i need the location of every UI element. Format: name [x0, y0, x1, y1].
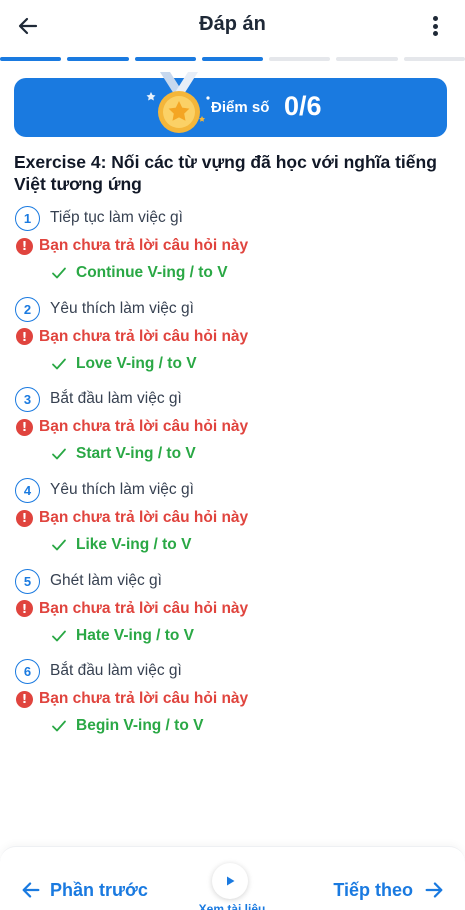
question-list: 1 Tiếp tục làm việc gì ! Bạn chưa trả lờ… [14, 204, 454, 748]
question-status: ! Bạn chưa trả lời câu hỏi này [16, 328, 248, 346]
check-icon [52, 358, 66, 370]
play-icon [227, 876, 235, 886]
app-header: Đáp án [0, 0, 465, 52]
question-number: 5 [15, 568, 40, 594]
question-status: ! Bạn chưa trả lời câu hỏi này [16, 690, 248, 708]
question-prompt: Bắt đầu làm việc gì [50, 390, 182, 408]
question-status: ! Bạn chưa trả lời câu hỏi này [16, 418, 248, 436]
progress-segment [0, 57, 62, 61]
answer-text: Like V-ing / to V [76, 536, 192, 554]
progress-segment [336, 57, 398, 61]
question-status: ! Bạn chưa trả lời câu hỏi này [16, 509, 248, 527]
exclamation-circle-icon: ! [16, 600, 33, 618]
medal-icon [146, 72, 210, 133]
check-icon [52, 630, 66, 642]
progress-segment [403, 57, 465, 61]
status-text: Bạn chưa trả lời câu hỏi này [39, 599, 249, 617]
check-icon [52, 539, 66, 551]
question-number: 4 [15, 478, 40, 504]
arrow-left-icon [18, 877, 44, 903]
question-prompt: Bắt đầu làm việc gì [50, 662, 182, 680]
question-status: ! Bạn chưa trả lời câu hỏi này [16, 600, 248, 618]
next-button[interactable]: Tiếp theo [333, 877, 447, 903]
answer-text: Begin V-ing / to V [76, 717, 204, 735]
exclamation-circle-icon: ! [16, 509, 33, 527]
more-vertical-icon [432, 16, 438, 21]
next-label: Tiếp theo [333, 879, 413, 900]
exclamation-circle-icon: ! [16, 328, 33, 346]
question-number: 6 [15, 659, 40, 685]
question-item: 2 Yêu thích làm việc gì ! Bạn chưa trả l… [14, 295, 454, 386]
view-docs-label[interactable]: Xem tài liệu [192, 902, 272, 910]
question-item: 5 Ghét làm việc gì ! Bạn chưa trả lời câ… [14, 567, 454, 658]
question-number: 2 [15, 296, 40, 322]
check-icon [52, 448, 66, 460]
answer-text: Hate V-ing / to V [76, 626, 194, 644]
previous-section-button[interactable]: Phần trước [18, 877, 148, 903]
question-prompt: Yêu thích làm việc gì [50, 481, 194, 499]
correct-answer: Begin V-ing / to V [50, 717, 203, 735]
arrow-right-icon [421, 877, 447, 903]
check-icon [52, 267, 66, 279]
score-label: Điểm số [211, 99, 270, 116]
progress-segments [0, 57, 465, 61]
exercise-title: Exercise 4: Nối các từ vựng đã học với n… [14, 152, 437, 194]
score-banner: Điểm số 0/6 [14, 72, 447, 137]
question-number: 1 [15, 206, 40, 231]
exclamation-circle-icon: ! [16, 690, 33, 708]
question-prompt: Tiếp tục làm việc gì [50, 209, 183, 226]
progress-segment [269, 57, 331, 61]
status-text: Bạn chưa trả lời câu hỏi này [39, 237, 249, 254]
score-value: 0/6 [284, 91, 322, 121]
question-prompt: Ghét làm việc gì [50, 571, 162, 589]
status-text: Bạn chưa trả lời câu hỏi này [39, 327, 249, 345]
view-docs-button[interactable] [212, 863, 248, 899]
correct-answer: Like V-ing / to V [50, 536, 191, 554]
answer-text: Continue V-ing / to V [76, 264, 228, 281]
status-text: Bạn chưa trả lời câu hỏi này [39, 690, 249, 708]
correct-answer: Continue V-ing / to V [50, 264, 228, 282]
correct-answer: Love V-ing / to V [50, 355, 197, 373]
more-options-button[interactable] [427, 13, 443, 39]
question-number: 3 [15, 387, 40, 413]
exclamation-circle-icon: ! [16, 418, 33, 436]
question-item: 4 Yêu thích làm việc gì ! Bạn chưa trả l… [14, 476, 454, 567]
answer-text: Start V-ing / to V [76, 445, 196, 463]
previous-label: Phần trước [50, 879, 148, 900]
progress-segment [67, 57, 129, 61]
correct-answer: Hate V-ing / to V [50, 627, 194, 645]
question-prompt: Yêu thích làm việc gì [50, 299, 194, 317]
correct-answer: Start V-ing / to V [50, 445, 196, 463]
question-item: 3 Bắt đầu làm việc gì ! Bạn chưa trả lời… [14, 385, 454, 476]
exclamation-circle-icon: ! [16, 237, 33, 255]
bottom-navigation: Phần trước Xem tài liệu Tiếp theo [0, 846, 465, 910]
question-item: 1 Tiếp tục làm việc gì ! Bạn chưa trả lờ… [14, 204, 454, 295]
page-title: Đáp án [199, 13, 266, 35]
progress-segment [134, 57, 196, 61]
status-text: Bạn chưa trả lời câu hỏi này [39, 509, 249, 527]
progress-segment [201, 57, 264, 61]
answer-text: Love V-ing / to V [76, 354, 197, 372]
check-icon [52, 721, 66, 732]
status-text: Bạn chưa trả lời câu hỏi này [39, 418, 249, 436]
question-status: ! Bạn chưa trả lời câu hỏi này [16, 237, 248, 255]
question-item: 6 Bắt đầu làm việc gì ! Bạn chưa trả lời… [14, 657, 454, 748]
